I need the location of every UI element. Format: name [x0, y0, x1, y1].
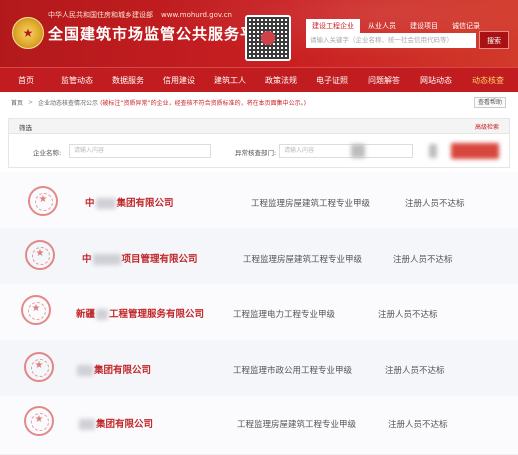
status-text: 注册人员不达标 [393, 255, 453, 265]
redacted-mask [77, 365, 93, 376]
seal-icon: ★ [25, 240, 55, 270]
dept-label: 异常核查部门: [235, 149, 277, 157]
company-name-suffix: 集团有限公司 [96, 419, 154, 430]
company-name-input[interactable]: 请输入内容 [69, 144, 211, 158]
redacted-mask [95, 198, 116, 209]
filter-header: 筛选 高级检索 [9, 119, 509, 134]
company-name-suffix: 集团有限公司 [94, 365, 152, 376]
filter-title: 筛选 [19, 124, 32, 132]
company-name[interactable]: 新疆 工程管理服务有限公司 [76, 306, 204, 320]
site-title: 全国建筑市场监管公共服务平台 [48, 25, 273, 43]
nav-item-dynamic-check[interactable]: 动态核查 [462, 75, 514, 86]
qr-code-icon [245, 15, 291, 61]
dept-input[interactable]: 请输入内容 [279, 144, 413, 158]
nav-item-data[interactable]: 数据服务 [102, 75, 154, 86]
filter-panel: 筛选 高级检索 企业名称: 请输入内容 异常核查部门: 请输入内容 [8, 118, 510, 168]
result-row[interactable]: ★ 集团有限公司 工程监理市政公用工程专业甲级 注册人员不达标 [0, 340, 518, 399]
search-tab-project[interactable]: 建设项目 [404, 19, 444, 33]
company-name-suffix: 项目管理有限公司 [121, 254, 198, 265]
qualification: 工程监理电力工程专业甲级 [233, 310, 336, 320]
breadcrumb-note: (被标注“资质异常”的企业，经查核不符合资质标准的，将在本页面集中公示。) [100, 99, 306, 107]
ministry-url: www.mohurd.gov.cn [161, 11, 232, 19]
redacted-mask [92, 254, 121, 265]
search-tab-enterprise[interactable]: 建设工程企业 [306, 19, 360, 33]
status-text: 注册人员不达标 [388, 420, 448, 430]
breadcrumb-home[interactable]: 首页 [11, 98, 23, 107]
breadcrumb-current: 企业动态核查情况公示 [38, 99, 99, 107]
blurred-region [351, 144, 365, 158]
status-text: 注册人员不达标 [385, 366, 445, 376]
company-name[interactable]: 集团有限公司 [78, 416, 153, 430]
seal-icon: ★ [24, 352, 54, 382]
search-tabs: 建设工程企业 从业人员 建设项目 诚信记录 [306, 19, 486, 33]
company-name-suffix: 集团有限公司 [116, 198, 174, 209]
qualification: 工程监理房屋建筑工程专业甲级 [243, 255, 363, 265]
result-row[interactable]: ★ 新疆 工程管理服务有限公司 工程监理电力工程专业甲级 注册人员不达标 [0, 284, 518, 343]
nav-item-home[interactable]: 首页 [0, 75, 52, 86]
company-name-label: 企业名称: [33, 149, 62, 157]
search-input[interactable]: 请输入关键字（企业名称、统一社会信用代码等） [306, 33, 476, 48]
status-text: 注册人员不达标 [378, 310, 438, 320]
blurred-button[interactable] [451, 143, 499, 159]
qualification: 工程监理市政公用工程专业甲级 [233, 366, 353, 376]
advanced-search-link[interactable]: 高级检索 [475, 122, 499, 131]
qualification: 工程监理房屋建筑工程专业甲级 [251, 199, 371, 209]
seal-icon: ★ [24, 406, 54, 436]
result-row[interactable]: ★ 中 集团有限公司 工程监理房屋建筑工程专业甲级 注册人员不达标 [0, 172, 518, 231]
nav-item-workers[interactable]: 建筑工人 [204, 75, 256, 86]
seal-icon: ★ [28, 186, 58, 216]
result-row[interactable]: ★ 中 项目管理有限公司 工程监理房屋建筑工程专业甲级 注册人员不达标 [0, 228, 518, 287]
company-name-suffix: 工程管理服务有限公司 [109, 309, 205, 320]
nav-item-news[interactable]: 监管动态 [52, 75, 102, 86]
nav-item-site-news[interactable]: 网站动态 [410, 75, 462, 86]
nav-item-e-license[interactable]: 电子证照 [306, 75, 358, 86]
nav-item-faq[interactable]: 问题解答 [358, 75, 410, 86]
company-name-prefix: 中 [82, 254, 92, 265]
company-name[interactable]: 集团有限公司 [76, 362, 151, 376]
main-nav: 首页 监管动态 数据服务 信用建设 建筑工人 政策法规 电子证照 问题解答 网站… [0, 67, 518, 92]
nav-item-policy[interactable]: 政策法规 [256, 75, 306, 86]
search-tab-personnel[interactable]: 从业人员 [362, 19, 402, 33]
seal-icon: ★ [21, 295, 51, 325]
ministry-line: 中华人民共和国住房和城乡建设部 www.mohurd.gov.cn [48, 10, 232, 20]
breadcrumb-separator: > [28, 98, 34, 106]
nav-item-credit[interactable]: 信用建设 [154, 75, 204, 86]
result-row[interactable]: ★ 集团有限公司 工程监理房屋建筑工程专业甲级 注册人员不达标 [0, 396, 518, 455]
status-text: 注册人员不达标 [405, 199, 465, 209]
breadcrumb: 首页 > 企业动态核查情况公示 (被标注“资质异常”的企业，经查核不符合资质标准… [0, 95, 518, 109]
company-name[interactable]: 中 集团有限公司 [85, 195, 174, 209]
ministry-name: 中华人民共和国住房和城乡建设部 [48, 11, 153, 19]
site-header: ★ 中华人民共和国住房和城乡建设部 www.mohurd.gov.cn 全国建筑市… [0, 0, 518, 67]
search-button[interactable]: 搜索 [479, 31, 509, 49]
company-name[interactable]: 中 项目管理有限公司 [82, 251, 198, 265]
blurred-region [429, 144, 437, 158]
company-name-prefix: 中 [85, 198, 95, 209]
redacted-mask [79, 419, 95, 430]
redacted-mask [96, 309, 109, 320]
company-name-prefix: 新疆 [76, 309, 96, 320]
help-button[interactable]: 查看帮助 [473, 97, 506, 108]
qualification: 工程监理房屋建筑工程专业甲级 [237, 420, 357, 430]
national-emblem-icon: ★ [12, 17, 44, 49]
